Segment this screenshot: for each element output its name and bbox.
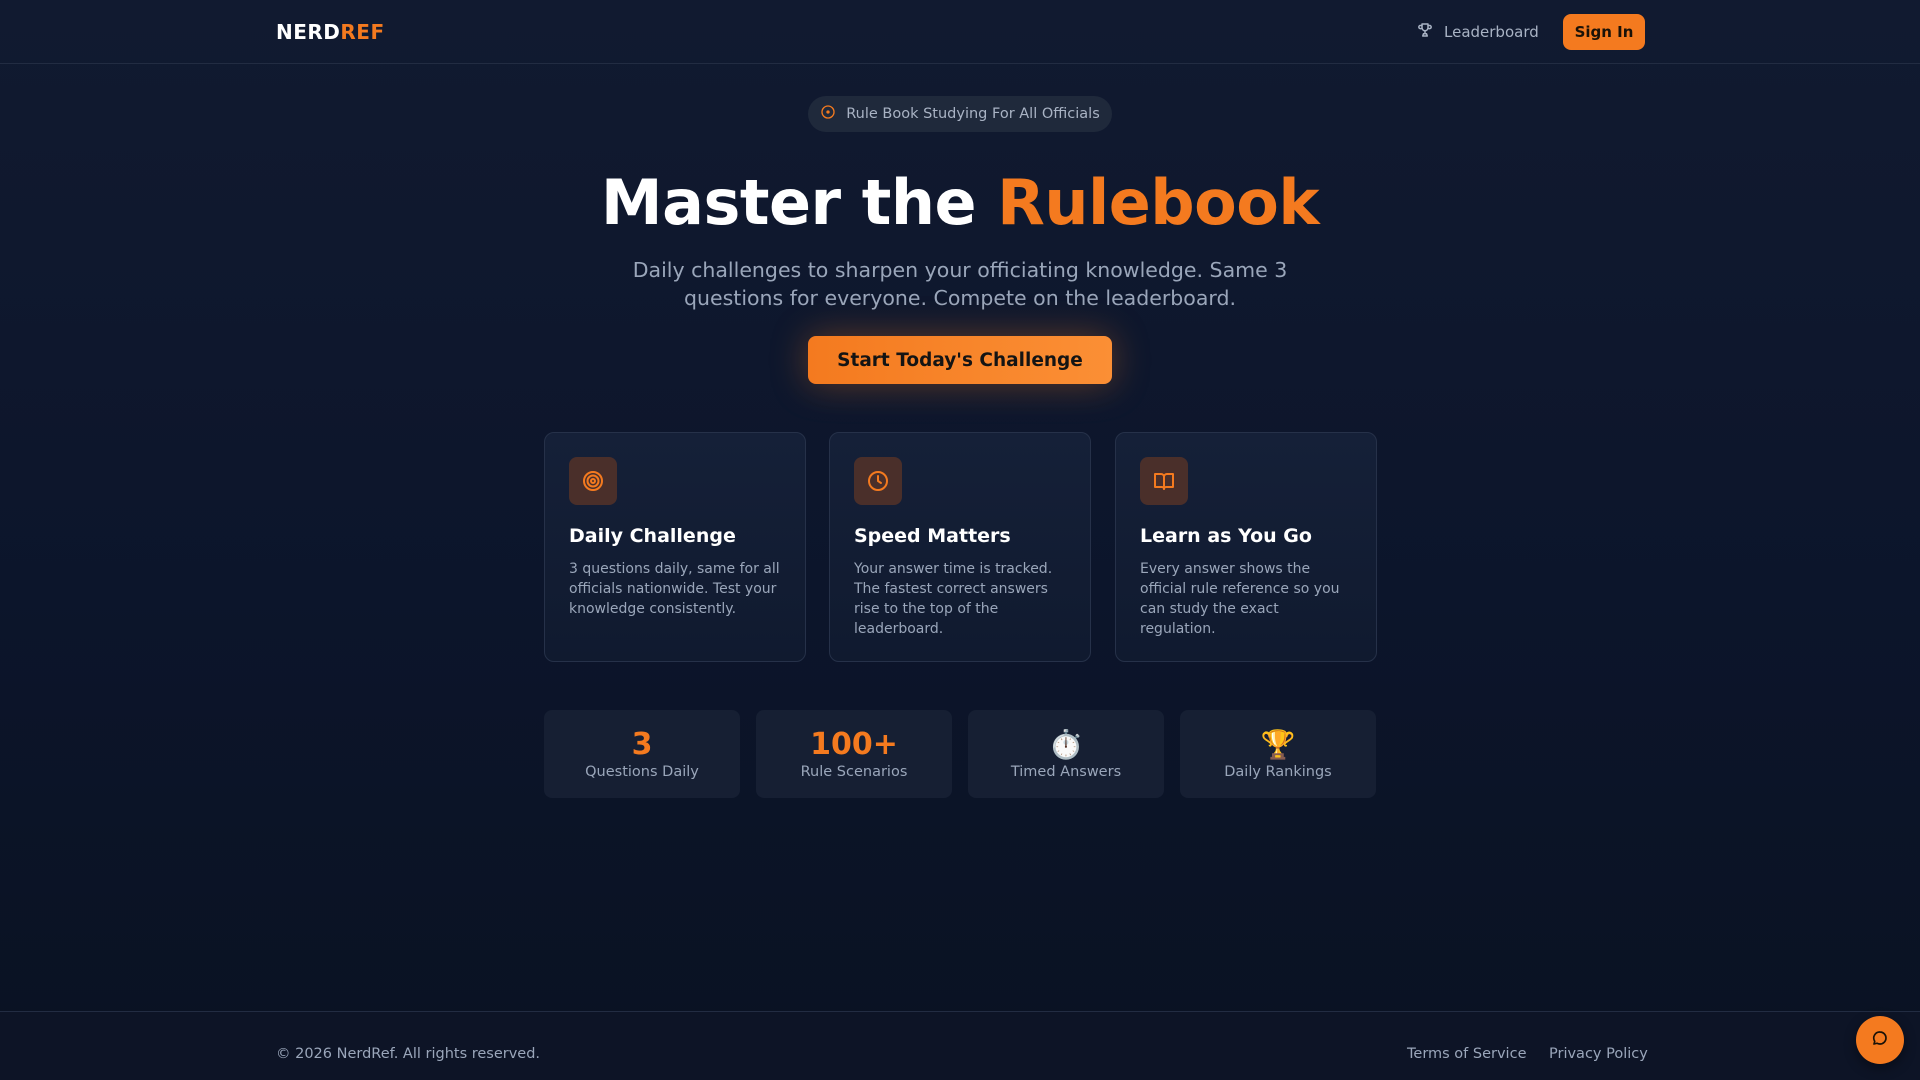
tagline-text: Rule Book Studying For All Officials xyxy=(846,106,1100,122)
feature-card-learn-as-you-go: Learn as You Go Every answer shows the o… xyxy=(1115,432,1377,662)
tagline-pill: Rule Book Studying For All Officials xyxy=(808,96,1112,132)
privacy-link[interactable]: Privacy Policy xyxy=(1549,1046,1648,1062)
clock-icon xyxy=(854,457,902,505)
chat-button[interactable] xyxy=(1856,1016,1904,1064)
stat-label: Questions Daily xyxy=(585,764,699,780)
start-challenge-button[interactable]: Start Today's Challenge xyxy=(808,336,1112,384)
title-main: Master the xyxy=(600,166,998,239)
stat-daily-rankings: 🏆 Daily Rankings xyxy=(1180,710,1376,798)
feature-card-speed-matters: Speed Matters Your answer time is tracke… xyxy=(829,432,1091,662)
copyright-text: © 2026 NerdRef. All rights reserved. xyxy=(276,1046,541,1062)
stat-rule-scenarios: 100+ Rule Scenarios xyxy=(756,710,952,798)
title-accent: Rulebook xyxy=(997,166,1320,239)
terms-link[interactable]: Terms of Service xyxy=(1407,1046,1526,1062)
footer: © 2026 NerdRef. All rights reserved. Ter… xyxy=(0,1011,1920,1080)
feature-title: Speed Matters xyxy=(854,525,1011,547)
stat-value: 3 xyxy=(631,727,653,762)
feature-card-daily-challenge: Daily Challenge 3 questions daily, same … xyxy=(544,432,806,662)
feature-title: Learn as You Go xyxy=(1140,525,1312,547)
trophy-icon: 🏆 xyxy=(1260,728,1296,761)
logo-text-primary: NERD xyxy=(276,20,341,44)
feature-description: Your answer time is tracked. The fastest… xyxy=(854,561,1053,637)
info-circle-icon xyxy=(820,104,836,124)
page-title: Master the Rulebook xyxy=(0,166,1920,239)
feature-title: Daily Challenge xyxy=(569,525,736,547)
stat-label: Daily Rankings xyxy=(1224,764,1332,780)
top-nav: NERDREF Leaderboard Sign In xyxy=(0,0,1920,64)
logo-text-accent: REF xyxy=(340,20,385,44)
stat-timed-answers: ⏱️ Timed Answers xyxy=(968,710,1164,798)
stat-label: Timed Answers xyxy=(1010,764,1122,780)
feature-description: Every answer shows the official rule ref… xyxy=(1140,561,1340,637)
stat-label: Rule Scenarios xyxy=(800,764,908,780)
chat-bubble-icon xyxy=(1871,1029,1889,1051)
stopwatch-icon: ⏱️ xyxy=(1048,728,1084,761)
target-icon xyxy=(569,457,617,505)
stat-value: 100+ xyxy=(810,727,898,762)
hero-subtitle: Daily challenges to sharpen your officia… xyxy=(632,258,1288,310)
logo[interactable]: NERDREF xyxy=(276,20,385,44)
book-icon xyxy=(1140,457,1188,505)
sign-in-button[interactable]: Sign In xyxy=(1563,14,1645,50)
trophy-icon xyxy=(1416,21,1434,43)
leaderboard-label: Leaderboard xyxy=(1444,23,1539,41)
stat-questions-daily: 3 Questions Daily xyxy=(544,710,740,798)
leaderboard-link[interactable]: Leaderboard xyxy=(1416,20,1539,44)
feature-description: 3 questions daily, same for all official… xyxy=(569,561,780,617)
